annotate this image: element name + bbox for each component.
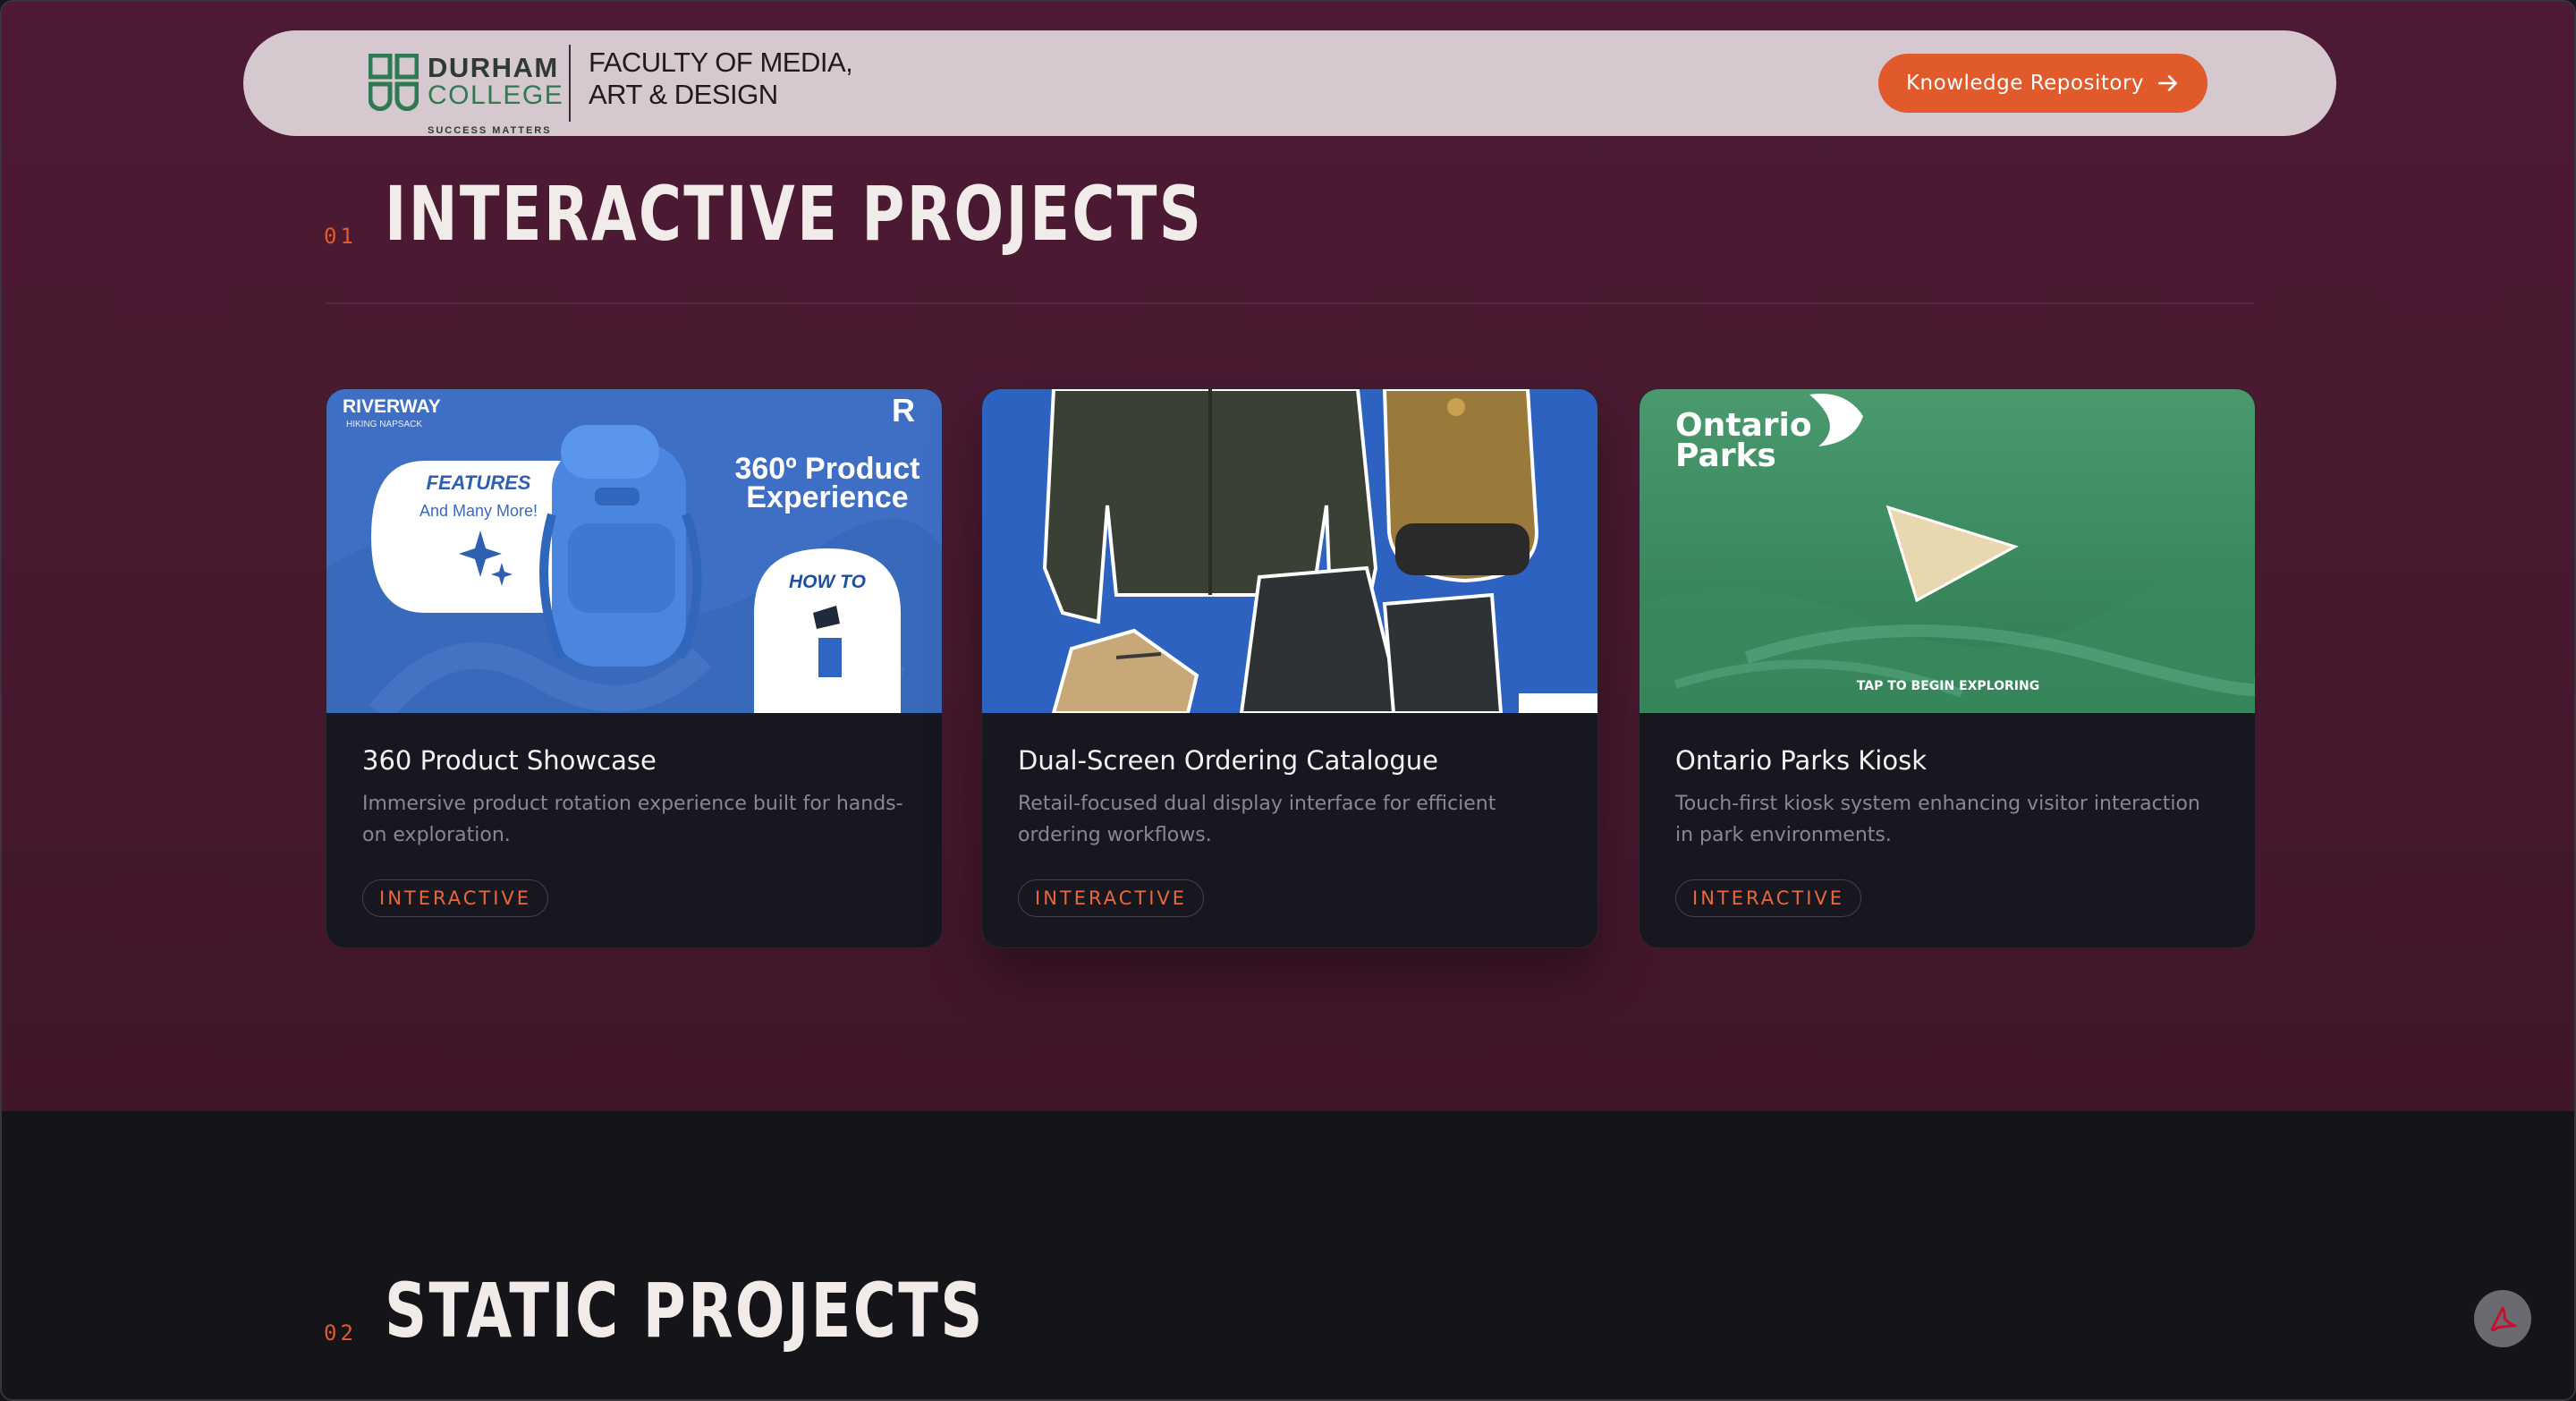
device-icon [818,638,842,677]
project-card-ontario-parks[interactable]: Ontario Parks TAP TO BEGIN EXPLORING Ont… [1639,388,2256,948]
page-frame: DURHAM COLLEGE SUCCESS MATTERS FACULTY O… [0,0,2576,1401]
features-heading: FEATURES [427,471,531,494]
faculty-name: FACULTY OF MEDIA, ART & DESIGN [589,47,853,111]
college-tagline: SUCCESS MATTERS [428,125,552,136]
card-title: Dual-Screen Ordering Catalogue [1018,745,1438,776]
tap-to-begin-prompt: TAP TO BEGIN EXPLORING [1857,679,2039,693]
arrow-right-icon [2157,75,2177,91]
card-tag: INTERACTIVE [362,879,549,917]
section-title-interactive: INTERACTIVE PROJECTS [385,170,1204,258]
riverway-brand: RIVERWAY [343,396,441,417]
section-title-static: STATIC PROJECTS [385,1267,985,1354]
section-divider [326,302,2254,304]
card-image-ontario-parks: Ontario Parks TAP TO BEGIN EXPLORING [1640,389,2255,713]
knowledge-repository-button[interactable]: Knowledge Repository [1878,54,2207,113]
static-section-background [2,1111,2574,1399]
card-title: 360 Product Showcase [362,745,657,776]
faculty-line-1: FACULTY OF MEDIA, [589,47,853,78]
card-description: Touch-first kiosk system enhancing visit… [1675,793,2200,846]
header-divider [569,45,571,122]
card-tag: INTERACTIVE [1675,879,1862,917]
bag-illustration [1382,389,1539,583]
riverway-brand-sub: HIKING NAPSACK [346,420,422,429]
section-number-interactive: 01 [324,224,357,249]
riverway-corner-letter: R [892,392,915,429]
pdf-icon [2490,1306,2517,1332]
backpack-illustration [539,425,702,667]
howto-label: HOW TO [789,572,866,592]
card-image-360-showcase: FEATURES And Many More! RIVERWAY HIKING … [326,389,942,713]
faculty-line-2: ART & DESIGN [589,79,778,110]
college-wordmark: DURHAM COLLEGE SUCCESS MATTERS [428,48,563,136]
card-title: Ontario Parks Kiosk [1675,745,1928,776]
project-card-dual-screen[interactable]: Dual-Screen Ordering Catalogue Retail-fo… [981,388,1598,948]
college-name-college: COLLEGE [428,81,564,110]
project-card-360-showcase[interactable]: FEATURES And Many More! RIVERWAY HIKING … [326,388,943,948]
features-subheading: And Many More! [419,502,538,520]
card-description: Immersive product rotation experience bu… [362,793,903,846]
ontario-parks-line-2: Parks [1675,437,1776,474]
card-image-dual-screen [982,389,1597,713]
card-tag: INTERACTIVE [1018,879,1205,917]
experience-line-2: Experience [746,480,908,514]
durham-college-logo-icon[interactable] [369,54,419,111]
knowledge-repository-label: Knowledge Repository [1905,72,2145,95]
college-name-durham: DURHAM [428,52,559,83]
section-number-static: 02 [324,1320,357,1346]
site-header: DURHAM COLLEGE SUCCESS MATTERS FACULTY O… [243,30,2336,136]
card-description: Retail-focused dual display interface fo… [1018,793,1496,846]
pdf-viewer-button[interactable] [2474,1290,2531,1347]
